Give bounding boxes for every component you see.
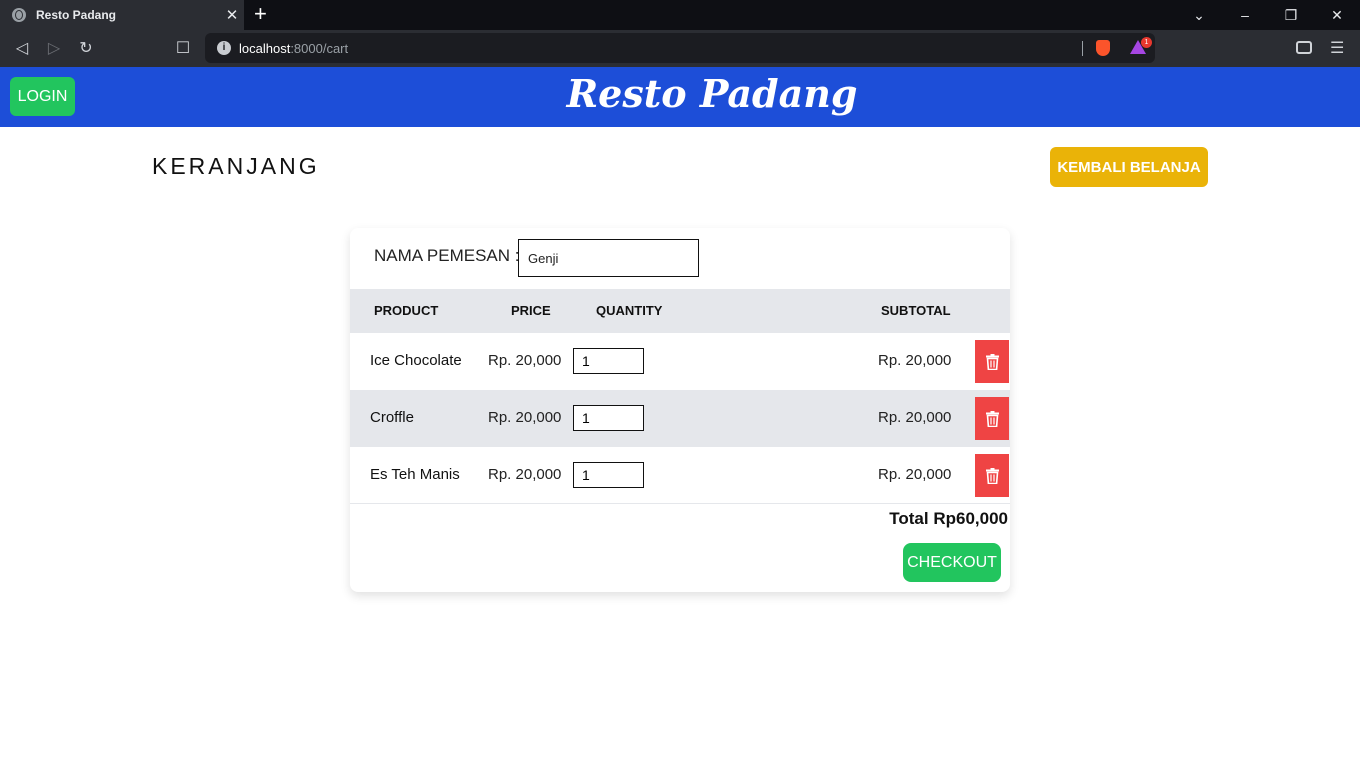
close-window-icon[interactable]: ✕ bbox=[1314, 0, 1360, 30]
product-subtotal: Rp. 20,000 bbox=[878, 466, 952, 483]
product-price: Rp. 20,000 bbox=[488, 352, 562, 369]
address-bar[interactable]: i localhost:8000/cart 1 bbox=[205, 33, 1155, 63]
tab-close-icon[interactable]: ✕ bbox=[220, 6, 244, 24]
table-row: Ice Chocolate Rp. 20,000 Rp. 20,000 bbox=[350, 333, 1010, 390]
url-separator bbox=[1082, 41, 1083, 56]
product-name: Croffle bbox=[370, 409, 414, 426]
table-row: Croffle Rp. 20,000 Rp. 20,000 bbox=[350, 390, 1010, 447]
brand-logo: Resto Padang bbox=[566, 71, 858, 116]
delete-button[interactable] bbox=[975, 397, 1009, 440]
quantity-input[interactable] bbox=[573, 348, 644, 374]
back-to-shop-button[interactable]: KEMBALI BELANJA bbox=[1050, 147, 1208, 187]
product-name: Ice Chocolate bbox=[370, 352, 462, 369]
column-price: PRICE bbox=[511, 303, 551, 318]
product-price: Rp. 20,000 bbox=[488, 409, 562, 426]
trash-icon bbox=[985, 467, 999, 484]
total-divider bbox=[350, 503, 1010, 504]
column-subtotal: SUBTOTAL bbox=[881, 303, 951, 318]
customer-name-input[interactable] bbox=[518, 239, 699, 277]
delete-button[interactable] bbox=[975, 454, 1009, 497]
tab-search-icon[interactable]: ⌄ bbox=[1176, 0, 1222, 30]
product-subtotal: Rp. 20,000 bbox=[878, 409, 952, 426]
product-name: Es Teh Manis bbox=[370, 466, 460, 483]
back-icon[interactable]: ◁ bbox=[11, 38, 33, 60]
bookmark-icon[interactable]: ☐ bbox=[172, 38, 194, 60]
minimize-icon[interactable]: – bbox=[1222, 0, 1268, 30]
site-info-icon[interactable]: i bbox=[217, 41, 231, 55]
cart-total: Total Rp60,000 bbox=[889, 509, 1008, 528]
quantity-input[interactable] bbox=[573, 405, 644, 431]
browser-tabbar: Resto Padang ✕ + ⌄ – ❐ ✕ bbox=[0, 0, 1360, 30]
quantity-input[interactable] bbox=[573, 462, 644, 488]
customer-name-label: NAMA PEMESAN : bbox=[374, 246, 520, 265]
browser-toolbar: ◁ ▷ ↻ ☐ i localhost:8000/cart 1 ☰ bbox=[0, 30, 1360, 67]
forward-icon[interactable]: ▷ bbox=[43, 38, 65, 60]
checkout-button[interactable]: CHECKOUT bbox=[903, 543, 1001, 582]
table-header: PRODUCT PRICE QUANTITY SUBTOTAL bbox=[350, 289, 1010, 333]
restore-icon[interactable]: ❐ bbox=[1268, 0, 1314, 30]
globe-icon bbox=[12, 8, 26, 22]
table-row: Es Teh Manis Rp. 20,000 Rp. 20,000 bbox=[350, 447, 1010, 504]
wallet-icon[interactable] bbox=[1296, 41, 1312, 54]
trash-icon bbox=[985, 410, 999, 427]
delete-button[interactable] bbox=[975, 340, 1009, 383]
new-tab-button[interactable]: + bbox=[254, 3, 267, 25]
url-path: :8000/cart bbox=[290, 40, 349, 56]
column-product: PRODUCT bbox=[374, 303, 439, 318]
page-title: KERANJANG bbox=[152, 153, 320, 179]
url-host: localhost bbox=[239, 40, 291, 56]
cart-card: NAMA PEMESAN : PRODUCT PRICE QUANTITY SU… bbox=[350, 228, 1010, 592]
trash-icon bbox=[985, 353, 999, 370]
tab-title: Resto Padang bbox=[36, 8, 117, 22]
product-price: Rp. 20,000 bbox=[488, 466, 562, 483]
brave-shield-icon[interactable] bbox=[1096, 40, 1110, 56]
product-subtotal: Rp. 20,000 bbox=[878, 352, 952, 369]
rewards-badge: 1 bbox=[1141, 37, 1152, 48]
site-header: LOGIN Resto Padang bbox=[0, 67, 1360, 127]
reload-icon[interactable]: ↻ bbox=[75, 38, 97, 60]
menu-icon[interactable]: ☰ bbox=[1330, 38, 1344, 58]
browser-tab[interactable]: Resto Padang ✕ bbox=[0, 0, 244, 30]
column-quantity: QUANTITY bbox=[596, 303, 663, 318]
